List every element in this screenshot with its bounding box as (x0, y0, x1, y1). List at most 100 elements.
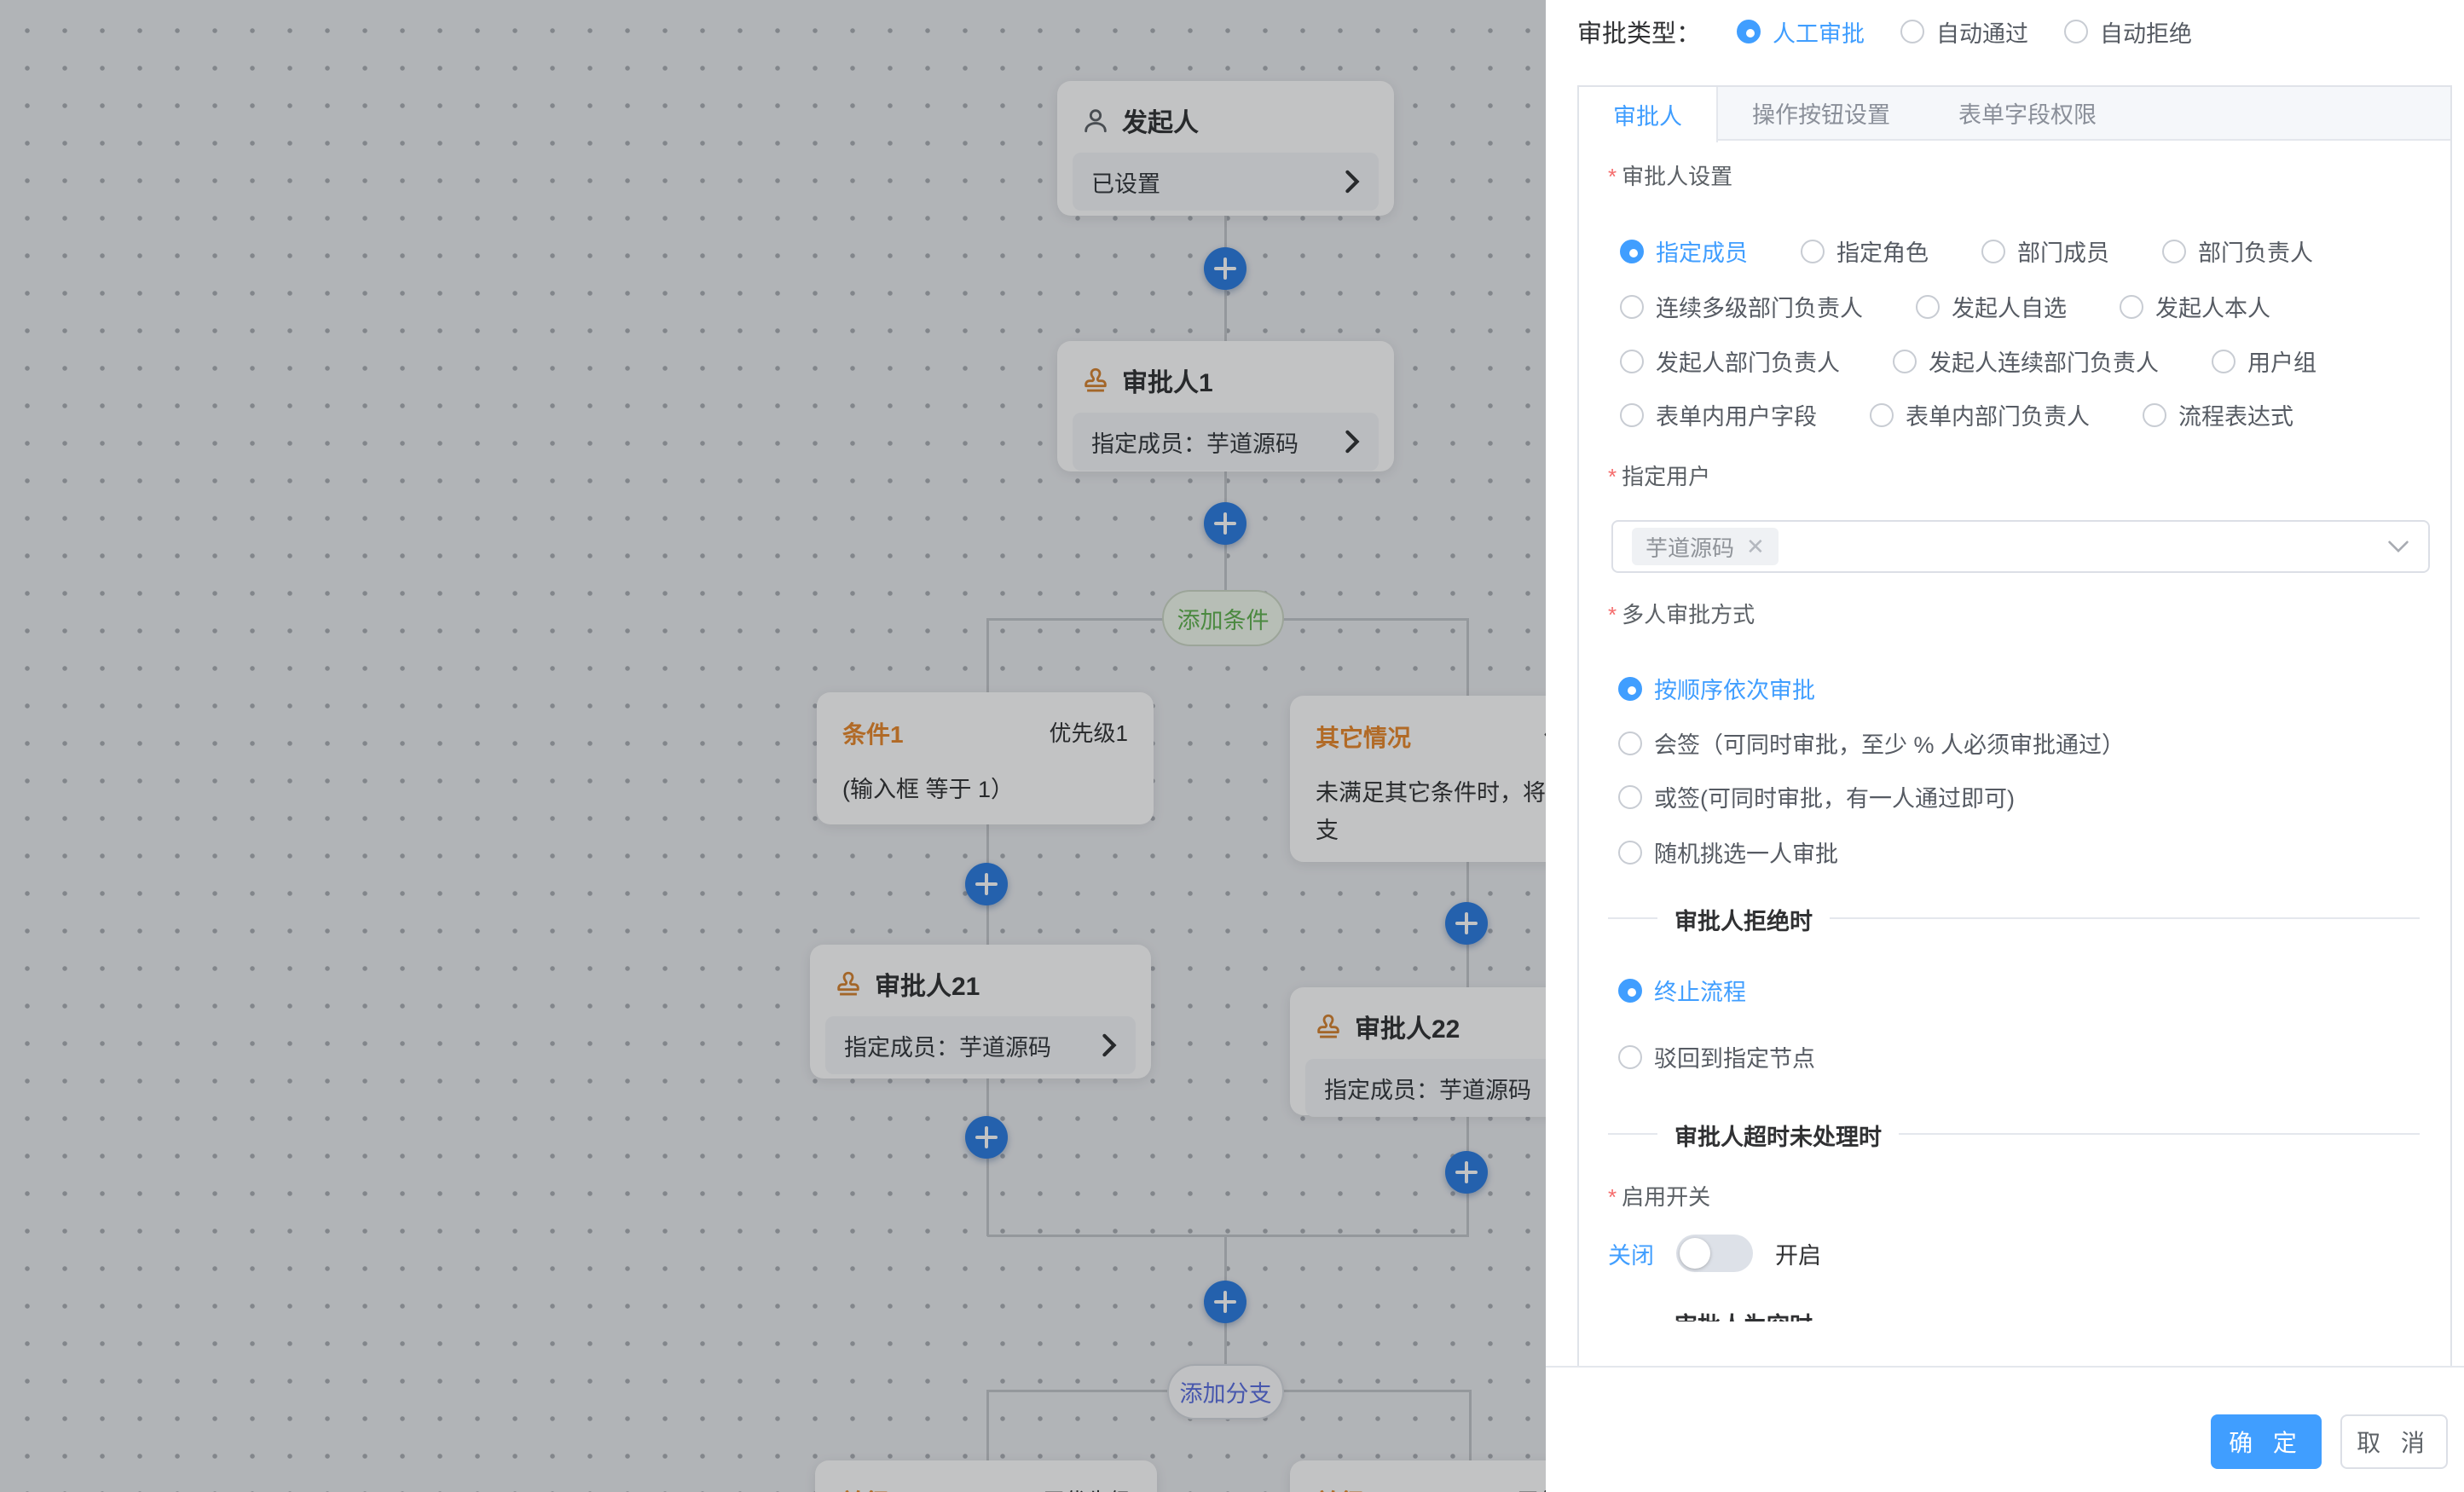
radio-multi-level-dept-leader[interactable]: 连续多级部门负责人 (1620, 290, 1863, 323)
radio-dot-icon (2120, 295, 2143, 319)
radio-initiator-self[interactable]: 发起人本人 (2120, 290, 2270, 323)
radio-label: 指定成员 (1656, 234, 1748, 268)
enable-switch-label: *启用开关 (1608, 1180, 1710, 1212)
radio-label: 驳回到指定节点 (1654, 1040, 1815, 1073)
radio-or-sign[interactable]: 或签(可同时审批，有一人通过即可) (1618, 780, 2015, 813)
required-asterisk: * (1608, 602, 1617, 627)
multi-approve-option: 按顺序依次审批 (1618, 672, 1815, 705)
approver-setting-options-row3: 发起人部门负责人 发起人连续部门负责人 用户组 (1620, 344, 2317, 378)
assign-user-label: *指定用户 (1608, 460, 1710, 491)
chevron-down-icon (2387, 540, 2409, 553)
radio-dot-icon (1900, 20, 1924, 43)
radio-dot-icon (1618, 979, 1642, 1003)
radio-form-user-field[interactable]: 表单内用户字段 (1620, 398, 1817, 431)
radio-dept-leader[interactable]: 部门负责人 (2162, 234, 2313, 268)
radio-dot-icon (1870, 403, 1894, 427)
approver-setting-options-row4: 表单内用户字段 表单内部门负责人 流程表达式 (1620, 398, 2293, 431)
modal-overlay[interactable] (0, 0, 1546, 1492)
radio-label: 发起人本人 (2155, 290, 2270, 323)
approval-settings-drawer: 审批类型： 人工审批 自动通过 自动拒绝 审批人 操作按钮设置 表单字段权限 (1546, 0, 2464, 1492)
radio-dot-icon (1620, 350, 1644, 373)
tab-body-scroll-area[interactable]: *审批人设置 指定成员 指定角色 部门成员 部门负责人 连续多级部门负责人 发起… (1579, 141, 2450, 1321)
radio-form-dept-leader[interactable]: 表单内部门负责人 (1870, 398, 2090, 431)
radio-label: 连续多级部门负责人 (1656, 290, 1863, 323)
confirm-button[interactable]: 确 定 (2211, 1414, 2322, 1469)
radio-user-group[interactable]: 用户组 (2212, 344, 2317, 378)
approver-setting-options-row1: 指定成员 指定角色 部门成员 部门负责人 (1620, 234, 2313, 268)
radio-initiator-dept-leader[interactable]: 发起人部门负责人 (1620, 344, 1840, 378)
tag-close-icon[interactable]: ✕ (1746, 534, 1765, 560)
multi-approve-option: 会签（可同时审批，至少 % 人必须审批通过） (1618, 726, 2125, 760)
radio-label: 发起人部门负责人 (1656, 344, 1840, 378)
toggle-off-label: 关闭 (1608, 1237, 1654, 1270)
radio-auto-reject[interactable]: 自动拒绝 (2064, 15, 2192, 49)
radio-dot-icon (1620, 295, 1644, 319)
radio-label: 发起人连续部门负责人 (1929, 344, 2159, 378)
tab-button-settings[interactable]: 操作按钮设置 (1718, 87, 1924, 139)
radio-dot-icon (1737, 20, 1761, 43)
multi-approve-option: 或签(可同时审批，有一人通过即可) (1618, 780, 2015, 813)
multi-approve-option: 随机挑选一人审批 (1618, 836, 1838, 869)
radio-dept-member[interactable]: 部门成员 (1981, 234, 2109, 268)
radio-auto-approve[interactable]: 自动通过 (1900, 15, 2028, 49)
radio-dot-icon (1618, 677, 1642, 701)
radio-assign-role[interactable]: 指定角色 (1801, 234, 1929, 268)
radio-dot-icon (1620, 403, 1644, 427)
user-tag: 芋道源码 ✕ (1632, 528, 1779, 565)
radio-countersign[interactable]: 会签（可同时审批，至少 % 人必须审批通过） (1618, 726, 2125, 760)
assign-user-select[interactable]: 芋道源码 ✕ (1611, 520, 2430, 573)
radio-dot-icon (1981, 240, 2005, 263)
radio-dot-icon (1618, 732, 1642, 755)
tab-bar: 审批人 操作按钮设置 表单字段权限 (1579, 87, 2450, 141)
approver-setting-options-row2: 连续多级部门负责人 发起人自选 发起人本人 (1620, 290, 2270, 323)
required-asterisk: * (1608, 164, 1617, 189)
toggle-on-label: 开启 (1775, 1237, 1821, 1270)
radio-terminate-process[interactable]: 终止流程 (1618, 974, 1746, 1007)
empty-approver-divider-title: 审批人为空时 (1657, 1307, 1830, 1321)
timeout-divider-title: 审批人超时未处理时 (1657, 1119, 1899, 1152)
timeout-divider: 审批人超时未处理时 (1608, 1133, 2420, 1135)
radio-process-expression[interactable]: 流程表达式 (2143, 398, 2293, 431)
cancel-button[interactable]: 取 消 (2340, 1414, 2448, 1469)
radio-label: 人工审批 (1773, 15, 1865, 49)
radio-label: 随机挑选一人审批 (1654, 836, 1838, 869)
radio-label: 或签(可同时审批，有一人通过即可) (1654, 780, 2015, 813)
required-asterisk: * (1608, 464, 1617, 489)
radio-label: 部门负责人 (2198, 234, 2313, 268)
radio-initiator-choose[interactable]: 发起人自选 (1916, 290, 2067, 323)
multi-approve-label: *多人审批方式 (1608, 598, 1755, 629)
radio-return-to-node[interactable]: 驳回到指定节点 (1618, 1040, 1815, 1073)
timeout-toggle-row: 关闭 开启 (1608, 1235, 1821, 1272)
radio-dot-icon (1618, 785, 1642, 809)
radio-dot-icon (1618, 1045, 1642, 1069)
radio-dot-icon (2064, 20, 2088, 43)
radio-initiator-multi-dept-leader[interactable]: 发起人连续部门负责人 (1893, 344, 2159, 378)
user-tag-label: 芋道源码 (1646, 531, 1734, 563)
approver-setting-label: *审批人设置 (1608, 159, 1732, 191)
approval-type-row: 审批类型： 人工审批 自动通过 自动拒绝 (1577, 7, 2192, 56)
radio-assign-member[interactable]: 指定成员 (1620, 234, 1748, 268)
radio-dot-icon (2162, 240, 2186, 263)
radio-manual-approve[interactable]: 人工审批 (1737, 15, 1865, 49)
radio-sequential-approve[interactable]: 按顺序依次审批 (1618, 672, 1815, 705)
radio-random-one[interactable]: 随机挑选一人审批 (1618, 836, 1838, 869)
radio-label: 自动通过 (1936, 15, 2028, 49)
radio-dot-icon (1916, 295, 1940, 319)
radio-label: 自动拒绝 (2100, 15, 2192, 49)
tab-approver[interactable]: 审批人 (1579, 87, 1718, 142)
radio-dot-icon (2212, 350, 2236, 373)
tab-form-field-permission[interactable]: 表单字段权限 (1924, 87, 2131, 139)
radio-label: 会签（可同时审批，至少 % 人必须审批通过） (1654, 726, 2125, 760)
timeout-enable-switch[interactable] (1676, 1235, 1753, 1272)
radio-label: 流程表达式 (2178, 398, 2293, 431)
reject-divider: 审批人拒绝时 (1608, 917, 2420, 919)
radio-dot-icon (1620, 240, 1644, 263)
footer-divider (1546, 1366, 2464, 1368)
reject-option: 驳回到指定节点 (1618, 1040, 1815, 1073)
reject-divider-title: 审批人拒绝时 (1657, 903, 1830, 936)
reject-option: 终止流程 (1618, 974, 1746, 1007)
approval-type-label: 审批类型： (1577, 14, 1701, 49)
required-asterisk: * (1608, 1184, 1617, 1210)
radio-label: 发起人自选 (1952, 290, 2067, 323)
radio-label: 用户组 (2247, 344, 2317, 378)
